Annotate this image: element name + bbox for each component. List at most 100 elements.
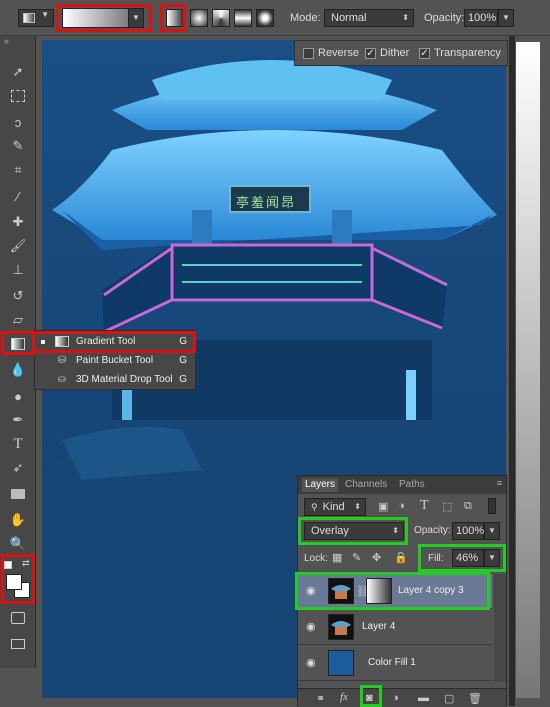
flyout-item-3d-material-drop[interactable]: ⛀ 3D Material Drop Tool G	[35, 370, 195, 389]
radial-gradient-button[interactable]	[190, 9, 208, 27]
type-tool-icon[interactable]: T	[8, 434, 28, 454]
layer-thumbnail	[328, 614, 354, 640]
adjustment-layer-icon[interactable]: ◑	[392, 692, 399, 704]
layer-opacity-value: 100%	[456, 525, 485, 537]
pen-tool-icon[interactable]: ✒	[8, 410, 28, 430]
layer-name: Color Fill 1	[368, 657, 416, 668]
layer-row-layer-4[interactable]: ◉ Layer 4	[298, 610, 492, 645]
link-layers-icon[interactable]: ⚭	[316, 692, 325, 705]
screen-mode-icon[interactable]	[8, 634, 28, 654]
quick-selection-tool-icon[interactable]: ✎	[8, 136, 28, 156]
checkbox-icon	[303, 47, 314, 59]
lock-label: Lock:	[304, 553, 328, 564]
eyedropper-tool-icon[interactable]: ⁄	[8, 186, 28, 206]
panel-menu-icon[interactable]: ≡	[497, 478, 502, 488]
filter-pixel-icon[interactable]: ▣	[378, 500, 388, 513]
visibility-eye-icon[interactable]: ◉	[306, 621, 320, 633]
foreground-color-swatch[interactable]	[6, 574, 22, 590]
filter-toggle[interactable]	[488, 498, 496, 514]
new-layer-icon[interactable]: ▢	[444, 692, 454, 705]
new-group-icon[interactable]: ▬	[418, 692, 429, 704]
clone-stamp-tool-icon[interactable]: ⊥	[8, 260, 28, 280]
zoom-tool-icon[interactable]: 🔍	[8, 534, 28, 554]
move-tool-icon[interactable]: ➚	[8, 62, 28, 82]
tab-paths[interactable]: Paths	[396, 478, 428, 492]
flyout-label: 3D Material Drop Tool	[76, 374, 173, 385]
crop-tool-icon[interactable]: ⌗	[8, 160, 28, 180]
dodge-tool-icon[interactable]: ●	[8, 386, 28, 406]
delete-layer-icon[interactable]: 🗑	[468, 692, 482, 705]
opacity-dropdown[interactable]: ▼	[498, 9, 514, 27]
panel-tab-bar: Layers Channels Paths ≡	[298, 476, 506, 494]
opacity-field[interactable]: 100%	[464, 9, 498, 27]
gradient-picker-highlight	[56, 4, 152, 32]
filter-type-icon[interactable]: T	[420, 498, 429, 514]
selected-layer-highlight	[295, 572, 490, 610]
flyout-shortcut: G	[179, 355, 187, 366]
layer-opacity-label: Opacity:	[414, 525, 451, 536]
pavilion-sign-text: 亭羞闻昂	[236, 195, 297, 210]
lock-transparent-icon[interactable]: ▦	[332, 551, 342, 564]
add-mask-highlight	[360, 685, 382, 707]
history-brush-tool-icon[interactable]: ↺	[8, 286, 28, 306]
flyout-label: Paint Bucket Tool	[76, 355, 154, 366]
path-selection-tool-icon[interactable]: ➶	[8, 458, 28, 478]
marquee-tool-icon[interactable]	[8, 86, 28, 106]
mode-label: Mode:	[290, 12, 321, 24]
options-bar: ▼ ▼ Mode: Normal ⬍ Opacity: 100% ▼	[0, 0, 550, 36]
tab-layers[interactable]: Layers	[302, 478, 339, 492]
paint-bucket-icon: ⛁	[57, 355, 67, 366]
gradient-button-highlight	[1, 331, 35, 355]
layer-style-fx-icon[interactable]: fx	[340, 691, 348, 703]
chevron-down-icon: ▼	[41, 10, 49, 19]
diamond-gradient-button[interactable]	[256, 9, 274, 27]
reflected-gradient-button[interactable]	[234, 9, 252, 27]
tab-channels[interactable]: Channels	[342, 478, 390, 492]
tool-preset-picker[interactable]: ▼	[18, 9, 54, 27]
healing-brush-tool-icon[interactable]: ✚	[8, 212, 28, 232]
layers-panel: Layers Channels Paths ≡ ⚲ Kind ⬍ ▣ ◑ T ⬚…	[295, 475, 507, 707]
brush-tool-icon[interactable]: 🖌	[8, 236, 28, 256]
collapse-icon[interactable]: »	[4, 36, 9, 46]
angle-gradient-button[interactable]	[212, 9, 230, 27]
flyout-item-paint-bucket[interactable]: ⛁ Paint Bucket Tool G	[35, 351, 195, 370]
checkmark-icon: ✓	[365, 47, 376, 59]
layer-opacity-field[interactable]: 100%	[452, 522, 484, 540]
lock-position-icon[interactable]: ✥	[372, 551, 381, 564]
blur-tool-icon[interactable]: 💧	[8, 360, 28, 380]
layers-scrollbar[interactable]	[494, 574, 506, 682]
layer-row-color-fill-1[interactable]: ◉ Color Fill 1	[298, 646, 492, 681]
dither-checkbox[interactable]: ✓ Dither	[365, 47, 409, 59]
linear-gradient-highlight	[160, 4, 186, 32]
eraser-tool-icon[interactable]: ▱	[8, 310, 28, 330]
opacity-value: 100%	[468, 12, 497, 24]
checkmark-icon: ✓	[419, 47, 430, 59]
flyout-shortcut: G	[179, 374, 187, 385]
quick-mask-icon[interactable]	[8, 608, 28, 628]
visibility-eye-icon[interactable]: ◉	[306, 657, 320, 669]
canvas-scrollbar[interactable]	[509, 36, 515, 706]
rectangle-tool-icon[interactable]	[8, 484, 28, 504]
chevron-updown-icon: ⬍	[402, 13, 409, 22]
filter-shape-icon[interactable]: ⬚	[442, 500, 452, 513]
gradient-options-row: Reverse ✓ Dither ✓ Transparency	[294, 40, 508, 66]
chevron-updown-icon: ⬍	[354, 502, 361, 511]
lasso-tool-icon[interactable]: ↄ	[8, 112, 28, 132]
gradient-tool-highlight	[32, 331, 196, 353]
filter-adjustment-icon[interactable]: ◑	[398, 500, 405, 512]
lock-pixels-icon[interactable]: ✎	[352, 551, 361, 564]
material-drop-icon: ⛀	[57, 374, 67, 385]
mode-value: Normal	[331, 12, 367, 24]
layer-name: Layer 4	[362, 621, 396, 632]
layer-filter-select[interactable]: ⚲ Kind ⬍	[304, 498, 366, 516]
transparency-checkbox[interactable]: ✓ Transparency	[419, 47, 501, 59]
hand-tool-icon[interactable]: ✋	[8, 510, 28, 530]
reverse-checkbox[interactable]: Reverse	[303, 47, 359, 59]
opacity-label: Opacity:	[424, 12, 465, 24]
gradient-tool-icon	[23, 13, 35, 23]
filter-smart-object-icon[interactable]: ⧉	[464, 500, 472, 513]
blend-mode-highlight	[298, 517, 408, 545]
layer-opacity-dropdown[interactable]: ▼	[484, 522, 500, 540]
mode-select[interactable]: Normal ⬍	[324, 9, 414, 27]
lock-all-icon[interactable]: 🔒	[394, 551, 408, 564]
